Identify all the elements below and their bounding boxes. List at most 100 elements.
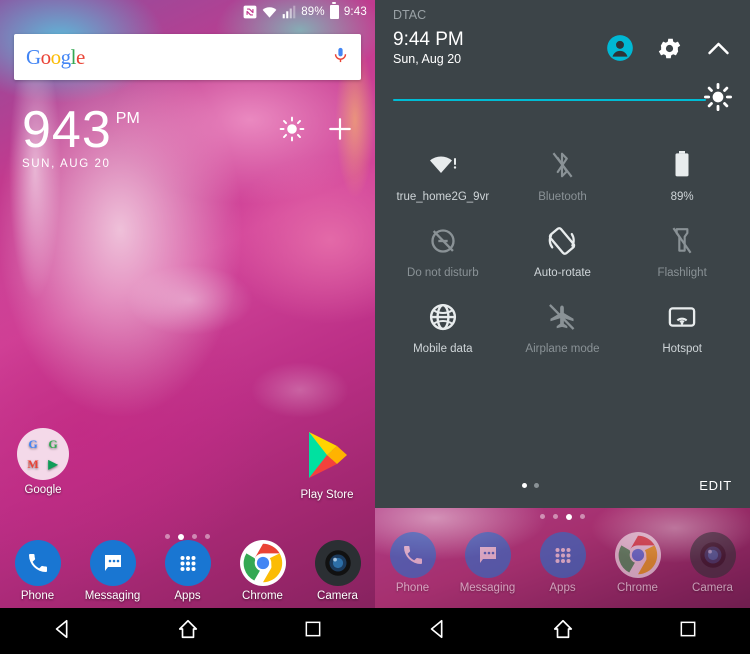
brightness-slider[interactable] xyxy=(375,67,750,116)
qs-page-dot-1[interactable] xyxy=(540,514,545,519)
apps-grid-icon xyxy=(539,532,586,578)
qs-dock-item-apps[interactable]: Apps xyxy=(530,532,596,594)
page-dot-3[interactable] xyxy=(192,534,197,539)
chevron-up-icon[interactable] xyxy=(705,35,732,67)
quick-settings-footer: EDIT xyxy=(375,462,750,508)
quick-settings-screen: DTAC 9:44 PM Sun, Aug 20 true_home2G_9vr… xyxy=(375,0,750,654)
tile-wifi[interactable]: true_home2G_9vr xyxy=(383,142,503,208)
folder-mini-2: G xyxy=(48,437,58,451)
tile-label-airplane-mode: Airplane mode xyxy=(525,343,600,355)
clock-widget[interactable]: 9 43 PM SUN, AUG 20 xyxy=(22,104,353,170)
clock-text-block: 9 43 PM SUN, AUG 20 xyxy=(22,104,140,170)
brightness-slider-track[interactable] xyxy=(393,98,706,101)
header-datetime: 9:44 PM Sun, Aug 20 xyxy=(393,28,464,66)
recents-square-icon[interactable] xyxy=(678,619,698,644)
folder-mini-3: M xyxy=(27,457,39,471)
dock-item-phone[interactable]: Phone xyxy=(5,540,71,602)
auto-rotate-icon xyxy=(505,224,621,258)
qs-dock-label-messaging: Messaging xyxy=(459,582,516,594)
qs-dock-item-chrome[interactable]: Chrome xyxy=(605,532,671,594)
cellular-signal-icon xyxy=(282,5,296,19)
chrome-icon xyxy=(239,540,286,586)
tile-label-flashlight: Flashlight xyxy=(657,267,707,279)
google-logo-e: e xyxy=(76,44,85,69)
gear-icon[interactable] xyxy=(656,35,683,67)
qs-dock-label-apps: Apps xyxy=(549,582,576,594)
home-icon[interactable] xyxy=(552,618,574,645)
panel-dot-1[interactable] xyxy=(521,482,527,488)
quick-settings-header: 9:44 PM Sun, Aug 20 xyxy=(375,22,750,67)
header-actions xyxy=(606,28,732,67)
clock-date: SUN, AUG 20 xyxy=(22,158,111,170)
wifi-icon xyxy=(262,7,277,18)
globe-icon xyxy=(385,300,501,334)
dock-item-messaging[interactable]: Messaging xyxy=(80,540,146,602)
clock-minute: 43 xyxy=(51,101,112,159)
clock-actions xyxy=(279,104,353,147)
tile-label-battery: 89% xyxy=(670,191,694,203)
qs-dock-label-phone: Phone xyxy=(395,582,430,594)
page-dot-1[interactable] xyxy=(165,534,170,539)
qs-page-dot-2[interactable] xyxy=(553,514,558,519)
qs-page-dot-4[interactable] xyxy=(580,514,585,519)
home-icon-label-play-store: Play Store xyxy=(300,489,354,501)
back-triangle-icon[interactable] xyxy=(52,618,74,645)
battery-percent: 89% xyxy=(301,6,325,18)
google-logo-o1: o xyxy=(40,44,52,69)
brightness-icon[interactable] xyxy=(279,116,305,147)
qs-dock-item-messaging[interactable]: Messaging xyxy=(455,532,521,594)
dock-label-phone: Phone xyxy=(20,590,55,602)
tile-label-wifi: true_home2G_9vr xyxy=(396,191,490,203)
quick-settings-panel: DTAC 9:44 PM Sun, Aug 20 true_home2G_9vr… xyxy=(375,0,750,508)
tile-battery[interactable]: 89% xyxy=(622,142,742,208)
user-icon[interactable] xyxy=(606,34,634,67)
google-logo-o2: o xyxy=(50,44,62,69)
dock-item-camera[interactable]: Camera xyxy=(305,540,371,602)
qs-dock-item-camera[interactable]: Camera xyxy=(680,532,746,594)
tile-label-do-not-disturb: Do not disturb xyxy=(407,267,479,279)
dock-item-apps[interactable]: Apps xyxy=(155,540,221,602)
tile-bluetooth[interactable]: Bluetooth xyxy=(503,142,623,208)
tile-label-mobile-data: Mobile data xyxy=(413,343,473,355)
recents-square-icon[interactable] xyxy=(303,619,323,644)
tile-auto-rotate[interactable]: Auto-rotate xyxy=(503,218,623,284)
home-icon-play-store[interactable]: Play Store xyxy=(288,430,366,501)
clock-hour: 9 xyxy=(22,101,52,159)
dock-label-chrome: Chrome xyxy=(242,590,283,602)
tile-airplane-mode[interactable]: Airplane mode xyxy=(503,294,623,360)
clock-ampm: PM xyxy=(115,110,140,127)
google-folder-icon: G G M ▶ xyxy=(17,428,69,480)
qs-dock-item-phone[interactable]: Phone xyxy=(380,532,446,594)
camera-icon xyxy=(689,532,736,578)
tile-flashlight[interactable]: Flashlight xyxy=(622,218,742,284)
home-icon[interactable] xyxy=(177,618,199,645)
folder-mini-4: ▶ xyxy=(48,457,58,471)
battery-icon xyxy=(329,2,339,19)
edit-button[interactable]: EDIT xyxy=(699,478,732,493)
qs-date: Sun, Aug 20 xyxy=(393,52,462,66)
home-icon-google-folder[interactable]: G G M ▶ Google xyxy=(4,428,82,496)
hotspot-icon xyxy=(624,300,740,334)
status-icons: 89% 9:43 xyxy=(243,2,367,19)
qs-dock: Phone Messaging Apps Chrome Camera xyxy=(375,532,750,600)
google-search-bar[interactable]: Google xyxy=(14,34,361,80)
tile-label-auto-rotate: Auto-rotate xyxy=(534,267,591,279)
back-triangle-icon[interactable] xyxy=(427,618,449,645)
battery-icon xyxy=(624,148,740,182)
brightness-slider-icon[interactable] xyxy=(704,83,732,116)
home-dock: Phone Messaging Apps Chrome Camera xyxy=(0,540,375,608)
panel-page-dots xyxy=(521,482,539,488)
dnd-off-icon xyxy=(385,224,501,258)
plus-icon[interactable] xyxy=(327,116,353,147)
tile-mobile-data[interactable]: Mobile data xyxy=(383,294,503,360)
page-dot-4[interactable] xyxy=(205,534,210,539)
tile-do-not-disturb[interactable]: Do not disturb xyxy=(383,218,503,284)
dock-item-chrome[interactable]: Chrome xyxy=(230,540,296,602)
qs-navigation-bar xyxy=(375,608,750,654)
quick-settings-tiles: true_home2G_9vr Bluetooth 89% Do not dis… xyxy=(375,116,750,360)
home-screen: 89% 9:43 Google 9 43 PM SUN, AUG 20 G G … xyxy=(0,0,375,654)
tile-hotspot[interactable]: Hotspot xyxy=(622,294,742,360)
microphone-icon[interactable] xyxy=(332,44,349,71)
panel-dot-2[interactable] xyxy=(533,482,539,488)
qs-page-dot-3[interactable] xyxy=(566,514,572,520)
